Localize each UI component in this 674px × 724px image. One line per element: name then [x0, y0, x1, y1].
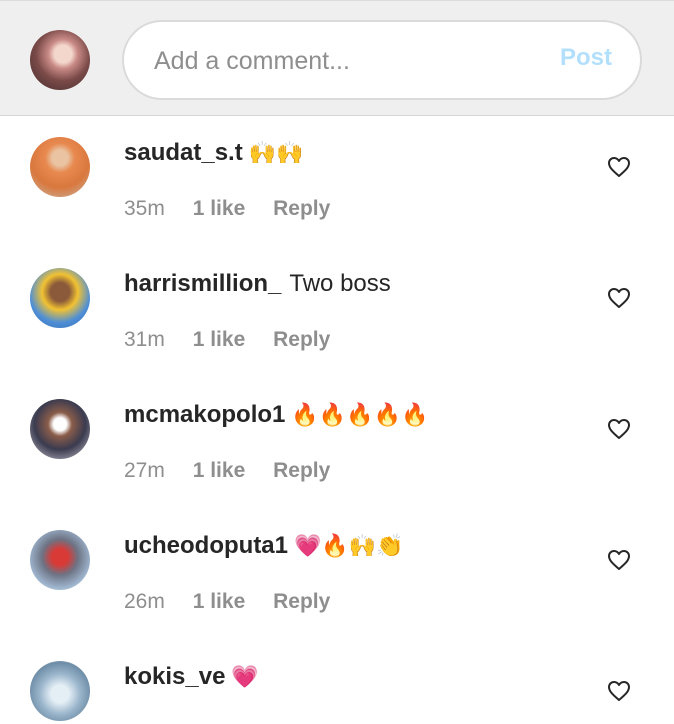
- heart-outline-icon[interactable]: [607, 679, 631, 703]
- commenter-avatar[interactable]: [30, 661, 90, 721]
- comment-line: mcmakopolo1 🔥🔥🔥🔥🔥: [124, 401, 428, 429]
- heart-outline-icon[interactable]: [607, 548, 631, 572]
- comment-line: kokis_ve 💗: [124, 663, 259, 691]
- comment-item: kokis_ve 💗: [0, 644, 674, 724]
- heart-outline-icon[interactable]: [607, 286, 631, 310]
- comment-username[interactable]: harrismillion_: [124, 270, 281, 298]
- comment-line: saudat_s.t 🙌🙌: [124, 139, 304, 167]
- post-button[interactable]: Post: [560, 44, 612, 72]
- comment-emoji: 🔥🔥🔥🔥🔥: [291, 402, 429, 428]
- comment-time: 35m: [124, 197, 165, 220]
- comment-emoji: 🙌🙌: [248, 140, 304, 166]
- comment-username[interactable]: mcmakopolo1: [124, 401, 285, 429]
- comment-username[interactable]: ucheodoputa1: [124, 532, 288, 560]
- heart-outline-icon[interactable]: [607, 417, 631, 441]
- comment-item: harrismillion_ Two boss 31m 1 like Reply: [0, 251, 674, 382]
- comment-username[interactable]: saudat_s.t: [124, 139, 243, 167]
- comment-like-count[interactable]: 1 like: [193, 328, 246, 351]
- commenter-avatar[interactable]: [30, 268, 90, 328]
- commenter-avatar[interactable]: [30, 399, 90, 459]
- reply-button[interactable]: Reply: [273, 197, 330, 220]
- comment-like-count[interactable]: 1 like: [193, 459, 246, 482]
- comment-text: Two boss: [289, 270, 391, 297]
- comment-emoji: 💗🔥🙌👏: [294, 533, 404, 559]
- comment-item: ucheodoputa1 💗🔥🙌👏 26m 1 like Reply: [0, 513, 674, 644]
- comment-time: 31m: [124, 328, 165, 351]
- comment-line: harrismillion_ Two boss: [124, 270, 391, 298]
- comment-meta: 35m 1 like Reply: [124, 197, 352, 221]
- comment-emoji: 💗: [231, 664, 259, 690]
- comment-meta: 31m 1 like Reply: [124, 328, 352, 352]
- comment-box[interactable]: Post: [122, 20, 642, 100]
- reply-button[interactable]: Reply: [273, 328, 330, 351]
- comment-item: saudat_s.t 🙌🙌 35m 1 like Reply: [0, 120, 674, 251]
- comment-meta: 27m 1 like Reply: [124, 459, 352, 483]
- comment-input[interactable]: [152, 22, 536, 100]
- comment-item: mcmakopolo1 🔥🔥🔥🔥🔥 27m 1 like Reply: [0, 382, 674, 513]
- reply-button[interactable]: Reply: [273, 590, 330, 613]
- comment-time: 27m: [124, 459, 165, 482]
- comment-line: ucheodoputa1 💗🔥🙌👏: [124, 532, 404, 560]
- reply-button[interactable]: Reply: [273, 459, 330, 482]
- comment-meta: 26m 1 like Reply: [124, 590, 352, 614]
- comment-composer-bar: Post: [0, 0, 674, 116]
- comment-like-count[interactable]: 1 like: [193, 590, 246, 613]
- commenter-avatar[interactable]: [30, 530, 90, 590]
- comment-like-count[interactable]: 1 like: [193, 197, 246, 220]
- commenter-avatar[interactable]: [30, 137, 90, 197]
- heart-outline-icon[interactable]: [607, 155, 631, 179]
- comment-username[interactable]: kokis_ve: [124, 663, 225, 691]
- current-user-avatar: [30, 30, 90, 90]
- comment-time: 26m: [124, 590, 165, 613]
